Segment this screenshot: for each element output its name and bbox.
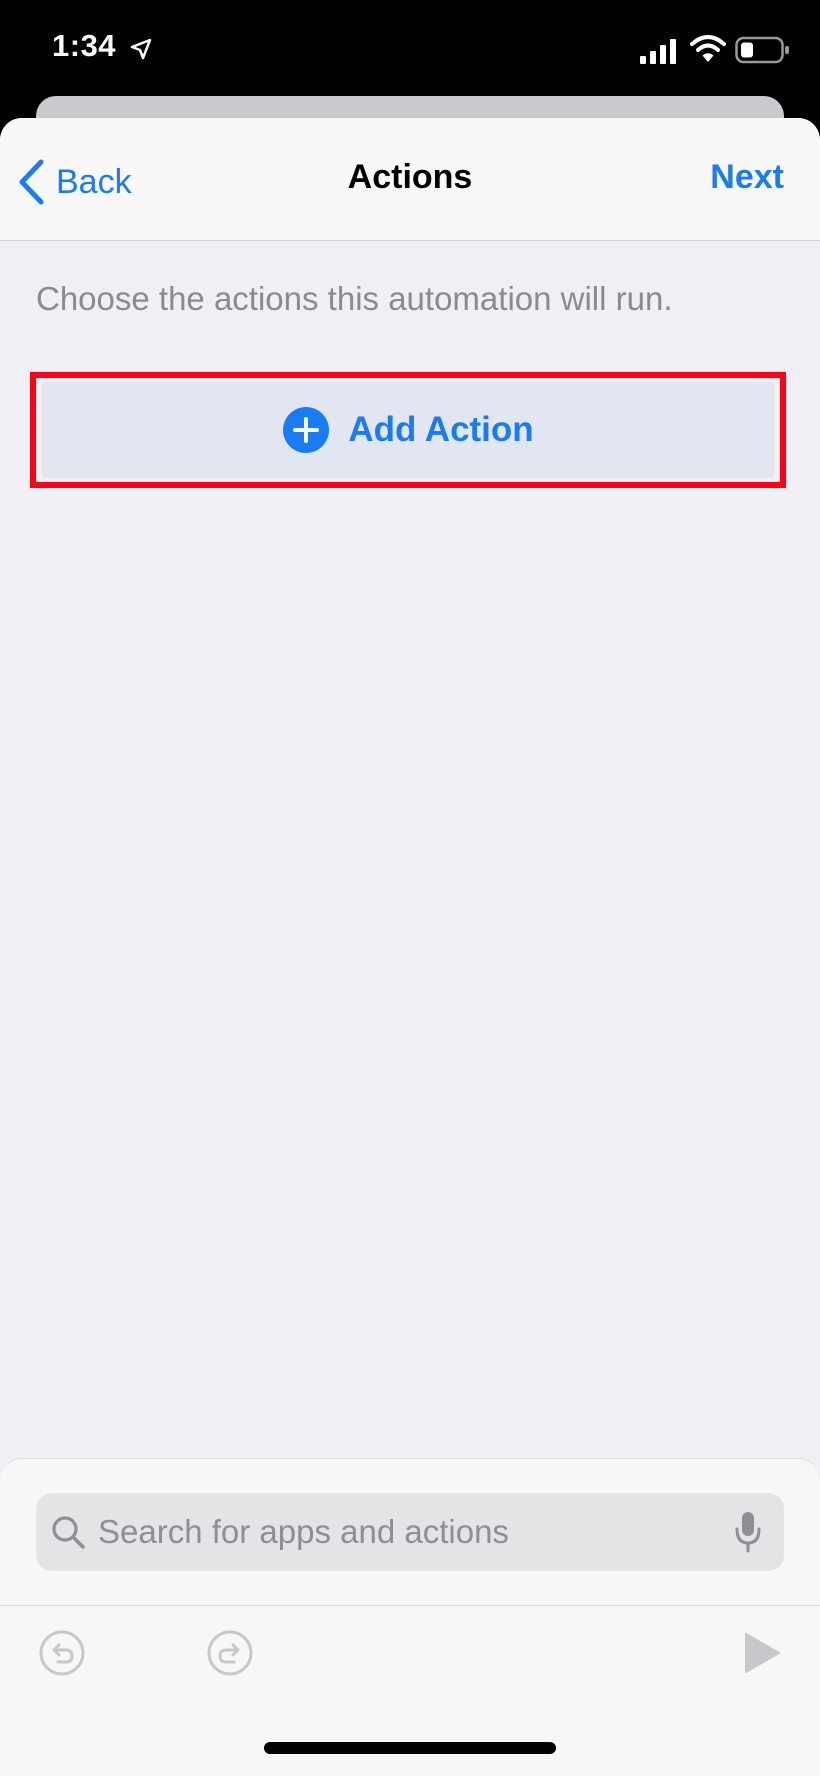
- navigation-bar: Back Actions Next: [0, 118, 820, 241]
- home-indicator: [264, 1742, 556, 1754]
- instructions-text: Choose the actions this automation will …: [36, 280, 673, 317]
- toolbar-divider: [0, 1605, 820, 1606]
- undo-icon[interactable]: [38, 1629, 86, 1677]
- battery-icon: [735, 36, 789, 64]
- cellular-signal-icon: [640, 39, 676, 64]
- location-arrow-icon: [130, 38, 152, 60]
- play-icon[interactable]: [742, 1631, 782, 1675]
- search-field[interactable]: [36, 1493, 784, 1571]
- back-label: Back: [56, 162, 132, 201]
- phone-screen: 1:34 Back Actions Next Choose the action…: [0, 0, 820, 1776]
- actions-sheet: Back Actions Next Choose the actions thi…: [0, 118, 820, 1776]
- microphone-icon[interactable]: [734, 1511, 762, 1553]
- search-input[interactable]: [98, 1502, 734, 1562]
- bottom-search-panel: [0, 1458, 820, 1776]
- back-button[interactable]: Back: [16, 156, 132, 208]
- next-button[interactable]: Next: [710, 158, 784, 197]
- search-icon: [52, 1516, 85, 1549]
- redo-icon[interactable]: [206, 1629, 254, 1677]
- status-bar: 1:34: [0, 0, 820, 100]
- chevron-left-icon: [19, 159, 44, 205]
- highlight-box: [30, 372, 786, 488]
- status-time: 1:34: [52, 28, 117, 63]
- wifi-icon: [690, 35, 726, 62]
